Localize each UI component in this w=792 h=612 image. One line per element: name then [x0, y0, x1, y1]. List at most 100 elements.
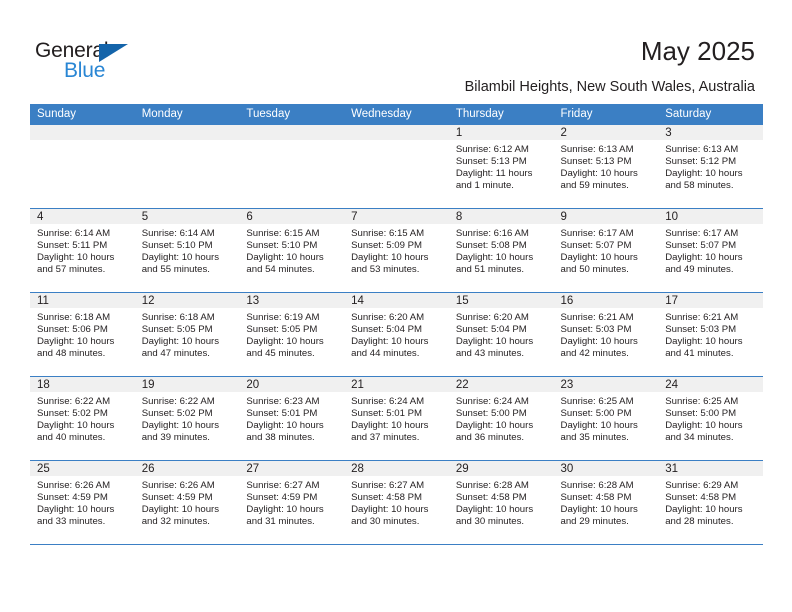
calendar-day-cell[interactable]: 10 Sunrise: 6:17 AM Sunset: 5:07 PM Dayligh…	[658, 208, 763, 293]
calendar-day-cell[interactable]: 6 Sunrise: 6:15 AM Sunset: 5:10 PM Daylight…	[239, 208, 345, 293]
sunrise-time: Sunrise: 6:14 AM	[141, 228, 215, 239]
day-number: 26	[134, 461, 240, 476]
calendar-day-cell[interactable]: 26 Sunrise: 6:26 AM Sunset: 4:59 PM Dayligh…	[134, 460, 240, 545]
day-details: Sunrise: 6:13 AM Sunset: 5:12 PM Daylight:…	[658, 140, 763, 192]
calendar-empty-cell	[134, 125, 240, 209]
sunrise-time: Sunrise: 6:15 AM	[246, 228, 320, 239]
sunset-time: Sunset: 5:06 PM	[37, 324, 108, 336]
day-number: 17	[658, 293, 763, 308]
day-number: 8	[448, 209, 554, 224]
calendar-week-row: 18 Sunrise: 6:22 AM Sunset: 5:02 PM Dayligh…	[30, 376, 763, 461]
weekday-header-thursday: Thursday	[448, 104, 554, 125]
calendar-day-cell[interactable]: 22 Sunrise: 6:24 AM Sunset: 5:00 PM Dayligh…	[448, 376, 554, 461]
sunset-time: Sunset: 4:59 PM	[37, 492, 108, 504]
calendar-day-cell[interactable]: 19 Sunrise: 6:22 AM Sunset: 5:02 PM Dayligh…	[134, 376, 240, 461]
calendar-day-cell[interactable]: 8 Sunrise: 6:16 AM Sunset: 5:08 PM Daylight…	[448, 208, 554, 293]
calendar-day-cell[interactable]: 13 Sunrise: 6:19 AM Sunset: 5:05 PM Dayligh…	[239, 292, 345, 377]
daylight-duration-line1: Daylight: 11 hours	[455, 168, 533, 180]
calendar-day-cell[interactable]: 14 Sunrise: 6:20 AM Sunset: 5:04 PM Dayligh…	[344, 292, 449, 377]
calendar-day-cell[interactable]: 27 Sunrise: 6:27 AM Sunset: 4:59 PM Dayligh…	[239, 460, 345, 545]
daylight-duration-line2: and 45 minutes.	[246, 348, 315, 360]
calendar-day-cell[interactable]: 5 Sunrise: 6:14 AM Sunset: 5:10 PM Daylight…	[134, 208, 240, 293]
calendar-day-cell[interactable]: 9 Sunrise: 6:17 AM Sunset: 5:07 PM Daylight…	[553, 208, 659, 293]
calendar-day-cell[interactable]: 31 Sunrise: 6:29 AM Sunset: 4:58 PM Dayligh…	[658, 460, 763, 545]
sunrise-time: Sunrise: 6:18 AM	[141, 312, 215, 323]
daylight-duration-line1: Daylight: 10 hours	[246, 504, 324, 516]
calendar-day-cell[interactable]: 24 Sunrise: 6:25 AM Sunset: 5:00 PM Dayligh…	[658, 376, 763, 461]
daylight-duration-line1: Daylight: 10 hours	[141, 420, 220, 432]
calendar-week-row: 25 Sunrise: 6:26 AM Sunset: 4:59 PM Dayligh…	[30, 460, 763, 545]
calendar-day-cell[interactable]: 1 Sunrise: 6:12 AM Sunset: 5:13 PM Daylight…	[448, 125, 554, 209]
sunrise-time: Sunrise: 6:20 AM	[455, 312, 529, 323]
day-details: Sunrise: 6:24 AM Sunset: 5:01 PM Daylight:…	[344, 392, 449, 444]
day-number: 21	[344, 377, 449, 392]
sunrise-time: Sunrise: 6:21 AM	[560, 312, 634, 323]
calendar-day-cell[interactable]: 11 Sunrise: 6:18 AM Sunset: 5:06 PM Dayligh…	[30, 292, 135, 377]
daylight-duration-line1: Daylight: 10 hours	[665, 504, 743, 516]
calendar-empty-cell	[30, 125, 135, 209]
calendar-day-cell[interactable]: 25 Sunrise: 6:26 AM Sunset: 4:59 PM Dayligh…	[30, 460, 135, 545]
sunrise-time: Sunrise: 6:25 AM	[560, 396, 634, 407]
day-details: Sunrise: 6:26 AM Sunset: 4:59 PM Daylight:…	[135, 476, 240, 528]
calendar-day-cell[interactable]: 21 Sunrise: 6:24 AM Sunset: 5:01 PM Dayligh…	[344, 376, 449, 461]
calendar-day-cell[interactable]: 4 Sunrise: 6:14 AM Sunset: 5:11 PM Daylight…	[30, 208, 135, 293]
calendar-day-cell[interactable]: 17 Sunrise: 6:21 AM Sunset: 5:03 PM Dayligh…	[658, 292, 763, 377]
daylight-duration-line2: and 44 minutes.	[351, 348, 420, 360]
calendar-week-row: 1 Sunrise: 6:12 AM Sunset: 5:13 PM Daylight…	[30, 125, 763, 209]
calendar-day-cell[interactable]: 12 Sunrise: 6:18 AM Sunset: 5:05 PM Dayligh…	[134, 292, 240, 377]
general-blue-logo[interactable]: General Blue	[35, 40, 165, 88]
daylight-duration-line2: and 54 minutes.	[246, 264, 315, 276]
daylight-duration-line1: Daylight: 10 hours	[455, 252, 534, 264]
day-number	[134, 125, 240, 140]
daylight-duration-line1: Daylight: 10 hours	[141, 336, 220, 348]
daylight-duration-line1: Daylight: 10 hours	[560, 168, 638, 180]
calendar-day-cell[interactable]: 18 Sunrise: 6:22 AM Sunset: 5:02 PM Dayligh…	[30, 376, 135, 461]
day-details: Sunrise: 6:25 AM Sunset: 5:00 PM Daylight:…	[554, 392, 659, 444]
calendar-day-cell[interactable]: 15 Sunrise: 6:20 AM Sunset: 5:04 PM Dayligh…	[448, 292, 554, 377]
day-details: Sunrise: 6:20 AM Sunset: 5:04 PM Daylight:…	[449, 308, 554, 360]
daylight-duration-line1: Daylight: 10 hours	[560, 336, 638, 348]
calendar-day-cell[interactable]: 29 Sunrise: 6:28 AM Sunset: 4:58 PM Dayligh…	[448, 460, 554, 545]
daylight-duration-line2: and 47 minutes.	[141, 348, 210, 360]
calendar-day-cell[interactable]: 28 Sunrise: 6:27 AM Sunset: 4:58 PM Dayligh…	[344, 460, 449, 545]
sunrise-time: Sunrise: 6:12 AM	[455, 144, 529, 155]
daylight-duration-line2: and 49 minutes.	[665, 264, 734, 276]
calendar-day-cell[interactable]: 30 Sunrise: 6:28 AM Sunset: 4:58 PM Dayligh…	[553, 460, 659, 545]
daylight-duration-line2: and 1 minute.	[455, 180, 514, 192]
sunset-time: Sunset: 5:07 PM	[560, 240, 632, 252]
daylight-duration-line1: Daylight: 10 hours	[455, 420, 534, 432]
sunrise-time: Sunrise: 6:13 AM	[560, 144, 634, 155]
calendar-day-cell[interactable]: 16 Sunrise: 6:21 AM Sunset: 5:03 PM Dayligh…	[553, 292, 659, 377]
daylight-duration-line1: Daylight: 10 hours	[141, 504, 220, 516]
daylight-duration-line2: and 58 minutes.	[665, 180, 734, 192]
daylight-duration-line1: Daylight: 10 hours	[665, 336, 743, 348]
sunset-time: Sunset: 5:03 PM	[560, 324, 632, 336]
sunset-time: Sunset: 4:58 PM	[351, 492, 423, 504]
sunset-time: Sunset: 4:59 PM	[141, 492, 213, 504]
day-number: 3	[658, 125, 763, 140]
calendar-day-cell[interactable]: 20 Sunrise: 6:23 AM Sunset: 5:01 PM Dayligh…	[239, 376, 345, 461]
sunset-time: Sunset: 4:58 PM	[560, 492, 632, 504]
day-number: 9	[553, 209, 659, 224]
day-details: Sunrise: 6:22 AM Sunset: 5:02 PM Daylight:…	[135, 392, 240, 444]
calendar-day-cell[interactable]: 7 Sunrise: 6:15 AM Sunset: 5:09 PM Daylight…	[344, 208, 449, 293]
day-details: Sunrise: 6:19 AM Sunset: 5:05 PM Daylight:…	[239, 308, 344, 360]
calendar-day-cell[interactable]: 3 Sunrise: 6:13 AM Sunset: 5:12 PM Daylight…	[658, 125, 763, 209]
daylight-duration-line1: Daylight: 10 hours	[560, 420, 638, 432]
calendar-day-cell[interactable]: 2 Sunrise: 6:13 AM Sunset: 5:13 PM Daylight…	[553, 125, 659, 209]
daylight-duration-line2: and 51 minutes.	[455, 264, 525, 276]
daylight-duration-line2: and 33 minutes.	[37, 516, 106, 528]
day-details: Sunrise: 6:13 AM Sunset: 5:13 PM Daylight:…	[554, 140, 659, 192]
day-number	[239, 125, 345, 140]
calendar-day-cell[interactable]: 23 Sunrise: 6:25 AM Sunset: 5:00 PM Dayligh…	[553, 376, 659, 461]
daylight-duration-line1: Daylight: 10 hours	[351, 336, 429, 348]
day-details: Sunrise: 6:17 AM Sunset: 5:07 PM Daylight:…	[658, 224, 763, 276]
day-details: Sunrise: 6:27 AM Sunset: 4:58 PM Daylight:…	[344, 476, 449, 528]
sunrise-time: Sunrise: 6:16 AM	[455, 228, 529, 239]
daylight-duration-line2: and 31 minutes.	[246, 516, 315, 528]
logo-text-blue: Blue	[64, 59, 106, 82]
sunrise-time: Sunrise: 6:14 AM	[37, 228, 111, 239]
sunrise-time: Sunrise: 6:17 AM	[665, 228, 739, 239]
day-number: 19	[134, 377, 240, 392]
day-number: 30	[553, 461, 659, 476]
